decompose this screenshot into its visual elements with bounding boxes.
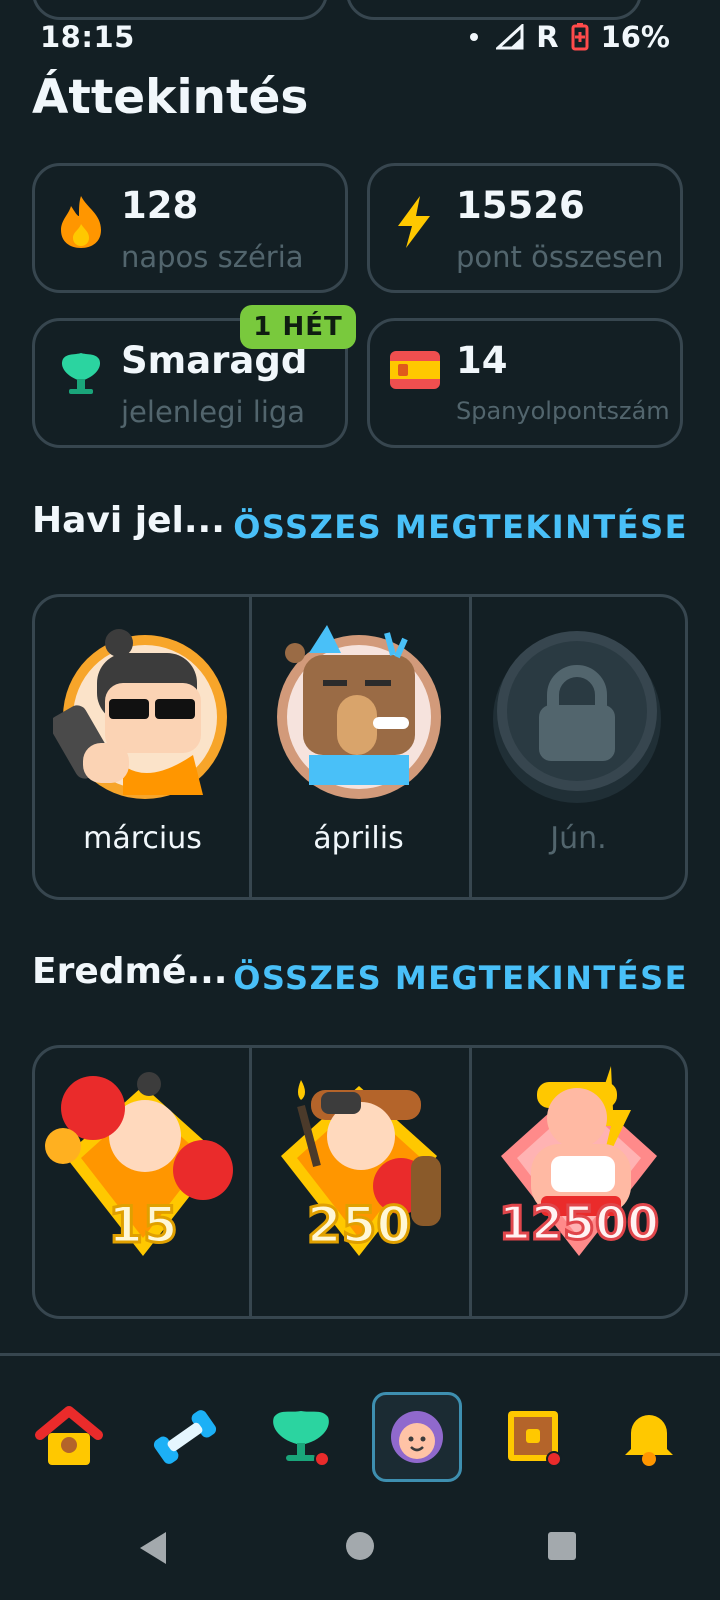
- spain-flag-icon: [390, 351, 440, 389]
- achievement-12500[interactable]: 12500: [481, 1066, 677, 1270]
- total-xp-label: pont összesen: [456, 240, 664, 274]
- battery-icon: [571, 23, 589, 51]
- achievement-250-value: 250: [305, 1195, 412, 1256]
- streak-stat-card: 128 napos széria: [32, 163, 348, 293]
- streak-value: 128: [121, 184, 199, 227]
- lightning-icon: [398, 196, 430, 248]
- divider: [469, 1048, 472, 1316]
- nav-home-button[interactable]: [24, 1392, 114, 1482]
- march-label: március: [83, 821, 202, 856]
- dumbbell-icon: [153, 1410, 217, 1464]
- language-score-stat-card: 14 Spanyolpontszám: [367, 318, 683, 448]
- nav-profile-button[interactable]: [372, 1392, 462, 1482]
- previous-card-right: [346, 0, 642, 20]
- total-xp-value: 15526: [456, 184, 585, 227]
- achievement-250[interactable]: 250: [261, 1066, 457, 1270]
- notification-dot-icon: [470, 33, 479, 41]
- battery-level: 16%: [600, 20, 670, 54]
- achievements-title: Eredmé...: [32, 951, 228, 992]
- language-score-value: 14: [456, 339, 508, 382]
- nav-practice-button[interactable]: [140, 1392, 230, 1482]
- nav-notifications-button[interactable]: [604, 1392, 694, 1482]
- achievement-12500-value: 12500: [497, 1195, 660, 1252]
- page-title: Áttekintés: [32, 70, 309, 125]
- bottom-nav-divider: [0, 1353, 720, 1356]
- monthly-badges-card: március április Jún.: [32, 594, 688, 900]
- league-week-badge: 1 HÉT: [240, 305, 356, 349]
- april-label: április: [313, 821, 404, 856]
- league-label: jelenlegi liga: [121, 395, 306, 429]
- nav-leagues-button[interactable]: [256, 1392, 346, 1482]
- fire-icon: [61, 196, 101, 248]
- march-badge-icon: [49, 629, 227, 799]
- april-badge-icon: [277, 625, 441, 799]
- total-xp-stat-card: 15526 pont összesen: [367, 163, 683, 293]
- language-score-label: Spanyolpontszám: [456, 397, 670, 425]
- lock-icon: [493, 631, 661, 803]
- home-nav-icon[interactable]: [340, 1526, 380, 1566]
- june-badge-locked: [487, 625, 667, 809]
- achievements-see-all-link[interactable]: ÖSSZES MEGTEKINTÉSE: [233, 959, 688, 997]
- divider: [249, 1048, 252, 1316]
- achievement-15-value: 15: [107, 1195, 180, 1256]
- monthly-badges-title: Havi jel...: [32, 500, 225, 541]
- achievement-15[interactable]: 15: [45, 1066, 241, 1270]
- profile-avatar-icon: [391, 1411, 443, 1463]
- network-label: R: [536, 20, 559, 54]
- league-icon: [273, 1411, 330, 1467]
- home-icon: [35, 1406, 103, 1465]
- status-time: 18:15: [40, 20, 135, 54]
- treasure-chest-icon: [508, 1411, 562, 1467]
- march-badge[interactable]: [49, 625, 233, 809]
- april-badge[interactable]: [269, 625, 449, 809]
- nav-quests-button[interactable]: [488, 1392, 578, 1482]
- signal-icon: [496, 24, 524, 50]
- back-nav-icon[interactable]: [136, 1530, 170, 1566]
- streak-label: napos széria: [121, 240, 304, 274]
- status-indicators: R 16%: [470, 20, 670, 54]
- bell-icon: [625, 1415, 673, 1466]
- emerald-league-icon: [61, 353, 101, 394]
- june-label: Jún.: [550, 821, 607, 856]
- previous-card-left: [32, 0, 328, 20]
- recents-nav-icon[interactable]: [546, 1530, 578, 1562]
- monthly-see-all-link[interactable]: ÖSSZES MEGTEKINTÉSE: [233, 508, 688, 546]
- achievements-card: 15 250 12500: [32, 1045, 688, 1319]
